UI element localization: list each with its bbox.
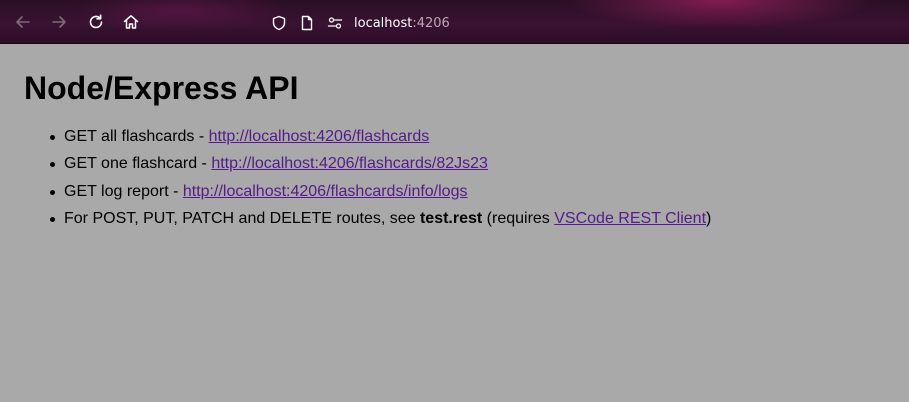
home-button[interactable] (120, 11, 142, 33)
forward-arrow-icon (52, 16, 66, 28)
home-icon (123, 15, 139, 29)
page-title: Node/Express API (24, 70, 299, 106)
url-bar[interactable]: localhost:4206 (268, 10, 668, 36)
page-icon[interactable] (296, 12, 318, 34)
reload-button[interactable] (85, 11, 107, 33)
back-button[interactable] (12, 11, 34, 33)
url-text[interactable]: localhost:4206 (354, 16, 450, 31)
list-item: GET one flashcard - http://localhost:420… (50, 155, 885, 173)
item-text-suffix: ) (706, 209, 712, 227)
flashcard-link[interactable]: http://localhost:4206/flashcards/82Js23 (211, 155, 488, 172)
item-text: GET one flashcard - (64, 155, 212, 173)
logs-link[interactable]: http://localhost:4206/flashcards/info/lo… (183, 183, 468, 200)
back-arrow-icon (16, 16, 30, 28)
url-port: :4206 (412, 15, 450, 31)
page-content: Node/Express API GET all flashcards - ht… (0, 70, 909, 228)
list-item: GET log report - http://localhost:4206/f… (50, 182, 885, 201)
list-item: For POST, PUT, PATCH and DELETE routes, … (50, 209, 885, 228)
shield-icon[interactable] (268, 12, 290, 34)
browser-toolbar: localhost:4206 (0, 0, 909, 44)
list-item: GET all flashcards - http://localhost:42… (50, 128, 885, 146)
route-list: GET all flashcards - http://localhost:42… (24, 128, 885, 228)
flashcards-link[interactable]: http://localhost:4206/flashcards (209, 128, 430, 145)
permissions-icon[interactable] (324, 12, 346, 34)
item-text: GET all flashcards - (64, 128, 209, 145)
item-text: For POST, PUT, PATCH and DELETE routes, … (64, 209, 420, 227)
item-text-middle: (requires (482, 209, 555, 227)
reload-icon (89, 14, 103, 29)
vscode-rest-client-link[interactable]: VSCode REST Client (554, 210, 706, 227)
item-text: GET log report - (64, 182, 183, 200)
forward-button[interactable] (48, 11, 70, 33)
url-host: localhost (354, 15, 413, 31)
test-rest-filename: test.rest (419, 209, 483, 227)
